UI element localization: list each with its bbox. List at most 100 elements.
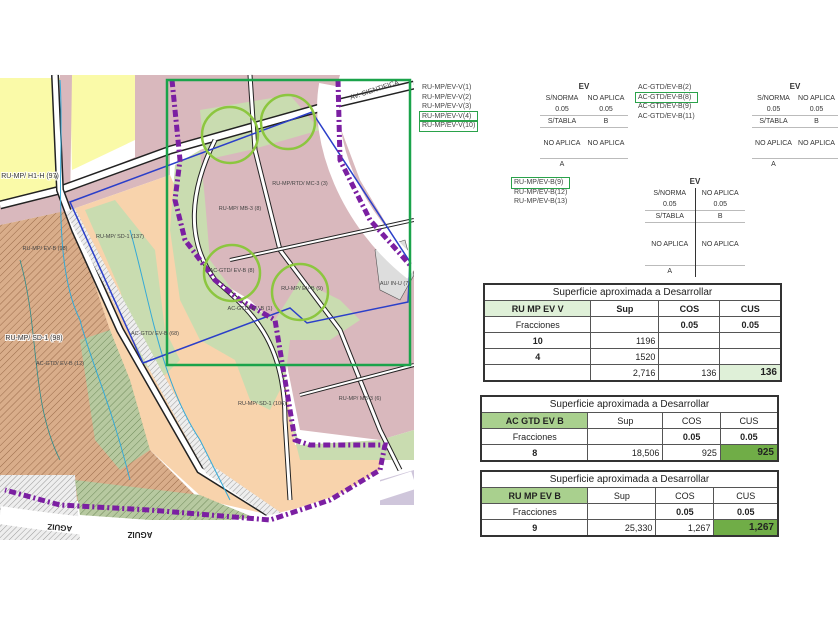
header-cell: Sup [587,487,657,504]
ev-cell: NO APLICA [540,127,584,159]
zone-code-list: RU-MP/EV-B(9) RU-MP/EV-B(12) RU-MP/EV-B(… [510,177,571,207]
zone-code-list: RU-MP/EV-V(1) RU-MP/EV-V(2) RU-MP/EV-V(3… [418,83,479,132]
ev-cell: B [584,115,628,128]
ev-cell: 0.05 [694,199,745,211]
surface-table-ru-mp-ev-v: Superficie aproximada a Desarrollar RU M… [483,283,782,382]
zone-code: AC-GTD/EV-B(2) [638,84,692,91]
header-cell: AC GTD EV B [480,412,589,429]
cell: 0.05 [655,503,715,520]
zone-label: AC-GTD/ EV-B (12) [36,361,84,367]
cell: Fracciones [480,428,589,445]
cell [483,364,592,382]
ev-cell: NO APLICA [645,222,695,266]
header-cell: RU MP EV V [483,300,592,317]
zone-code: AC-GTD/EV-B(9) [638,103,692,110]
ev-cell: 0.05 [662,201,677,208]
cell: 2,716 [590,364,660,382]
ev-cell: S/TABLA [752,115,795,128]
surface-table-ac-gtd-ev-b: Superficie aproximada a Desarrollar AC G… [480,395,779,462]
zone-label: RU-MP/ MB-3 (6) [339,396,382,402]
header-cell: CUS [719,300,782,317]
header-cell: Sup [590,300,660,317]
zone-code-highlighted: RU-MP/EV-B(9) [510,177,571,189]
cell [590,316,660,333]
ev-cell: 0.05 [555,106,569,113]
zone-label: RU-MP/ SD-1 (137) [96,234,144,240]
cell: 0.05 [662,428,721,445]
ev-cell: S/TABLA [645,210,695,223]
ev-cell: 0.05 [809,106,824,113]
cell: 0.05 [713,503,779,520]
cell: 1196 [590,332,660,349]
ev-cell: B [795,115,838,128]
ev-cell: NO APLICA [694,222,745,266]
cell: 8 [480,444,589,462]
cell [658,332,721,349]
ev-cell: B [694,210,745,223]
zone-code-highlighted: AC-GTD/EV-B(8) [635,91,698,103]
surface-table-ru-mp-ev-b: Superficie aproximada a Desarrollar RU M… [480,470,779,537]
table-title: Superficie aproximada a Desarrollar [480,395,779,413]
ev-title: EV [789,82,801,91]
cell [719,332,782,349]
zone-code-list: AC-GTD/EV-B(2) AC-GTD/EV-B(8) AC-GTD/EV-… [635,83,698,121]
header-cell: Sup [587,412,664,429]
cell: Fracciones [483,316,592,333]
cell: 0.05 [719,316,782,333]
zone-label: AU/ IN-U (7) [380,281,410,287]
zone-label: AC-GTD/ EV-B (1) [228,306,273,312]
zone-label: RU-MP/ H1-H (97) [1,173,59,180]
cell: 9 [480,519,589,537]
cell: 1520 [590,348,660,365]
total-cell: 136 [719,364,782,382]
cell: 4 [483,348,592,365]
ev-cell: A [645,265,695,277]
cell [587,428,664,445]
cell [587,503,657,520]
ev-cell [694,265,745,277]
zone-code: RU-MP/EV-V(1) [422,84,472,91]
ev-cell [795,158,838,170]
cell: 10 [483,332,592,349]
zone-label: AC-GTD/ EV-B (8) [210,268,255,274]
header-cell: CUS [719,412,779,429]
ev-cell: S/NORMA [545,95,579,102]
cell: 1,267 [655,519,715,537]
ev-cell: NO APLICA [798,95,835,102]
ev-norm-table: EV S/NORMA NO APLICA 0.05 0.05 S/TABLA B NO… [540,80,628,170]
cell [658,348,721,365]
zone-label: RU-MP/ SD-1 (106) [238,401,286,407]
ev-norm-table: EV S/NORMA NO APLICA 0.05 0.05 S/TABLA B NO… [752,80,838,170]
ev-cell: NO APLICA [752,127,795,159]
ev-cell: NO APLICA [694,188,745,199]
cell: 25,330 [587,519,657,537]
ev-cell: 0.05 [766,106,781,113]
ev-cell: 0.05 [599,106,613,113]
header-cell: COS [662,412,721,429]
header-cell: COS [658,300,721,317]
ev-cell: A [752,158,795,170]
ev-title: EV [578,82,590,91]
cell [719,348,782,365]
ev-cell: NO APLICA [584,127,628,159]
zone-code-highlighted: RU-MP/EV-V(4) [418,110,479,122]
header-cell: COS [655,487,715,504]
total-cell: 925 [719,444,779,462]
ev-cell: NO APLICA [795,127,838,159]
ev-cell: A [540,158,584,170]
zone-label: RU-MP/ MB-3 (8) [219,206,262,212]
zone-label: RU-MP/ EV-B (9) [281,286,323,292]
table-title: Superficie aproximada a Desarrollar [480,470,779,488]
cell: 0.05 [719,428,779,445]
cell: 136 [658,364,721,382]
zone-code: AC-GTD/EV-B(11) [638,112,695,120]
zoning-map: AV. CIENTIFICA AGUIZ AGUIZ RU-MP/ MB-3 (… [0,72,414,547]
cell: 0.05 [658,316,721,333]
ev-norm-table: EV S/NORMA NO APLICA 0.05 0.05 S/TABLA B NO… [645,175,745,277]
zone-code: RU-MP/EV-V(2) [422,93,472,101]
zone-code: RU-MP/EV-V(3) [422,103,472,110]
header-cell: CUS [713,487,779,504]
zone-code: RU-MP/EV-B(12) [514,188,568,196]
cell: 18,506 [587,444,664,462]
cell: Fracciones [480,503,589,520]
